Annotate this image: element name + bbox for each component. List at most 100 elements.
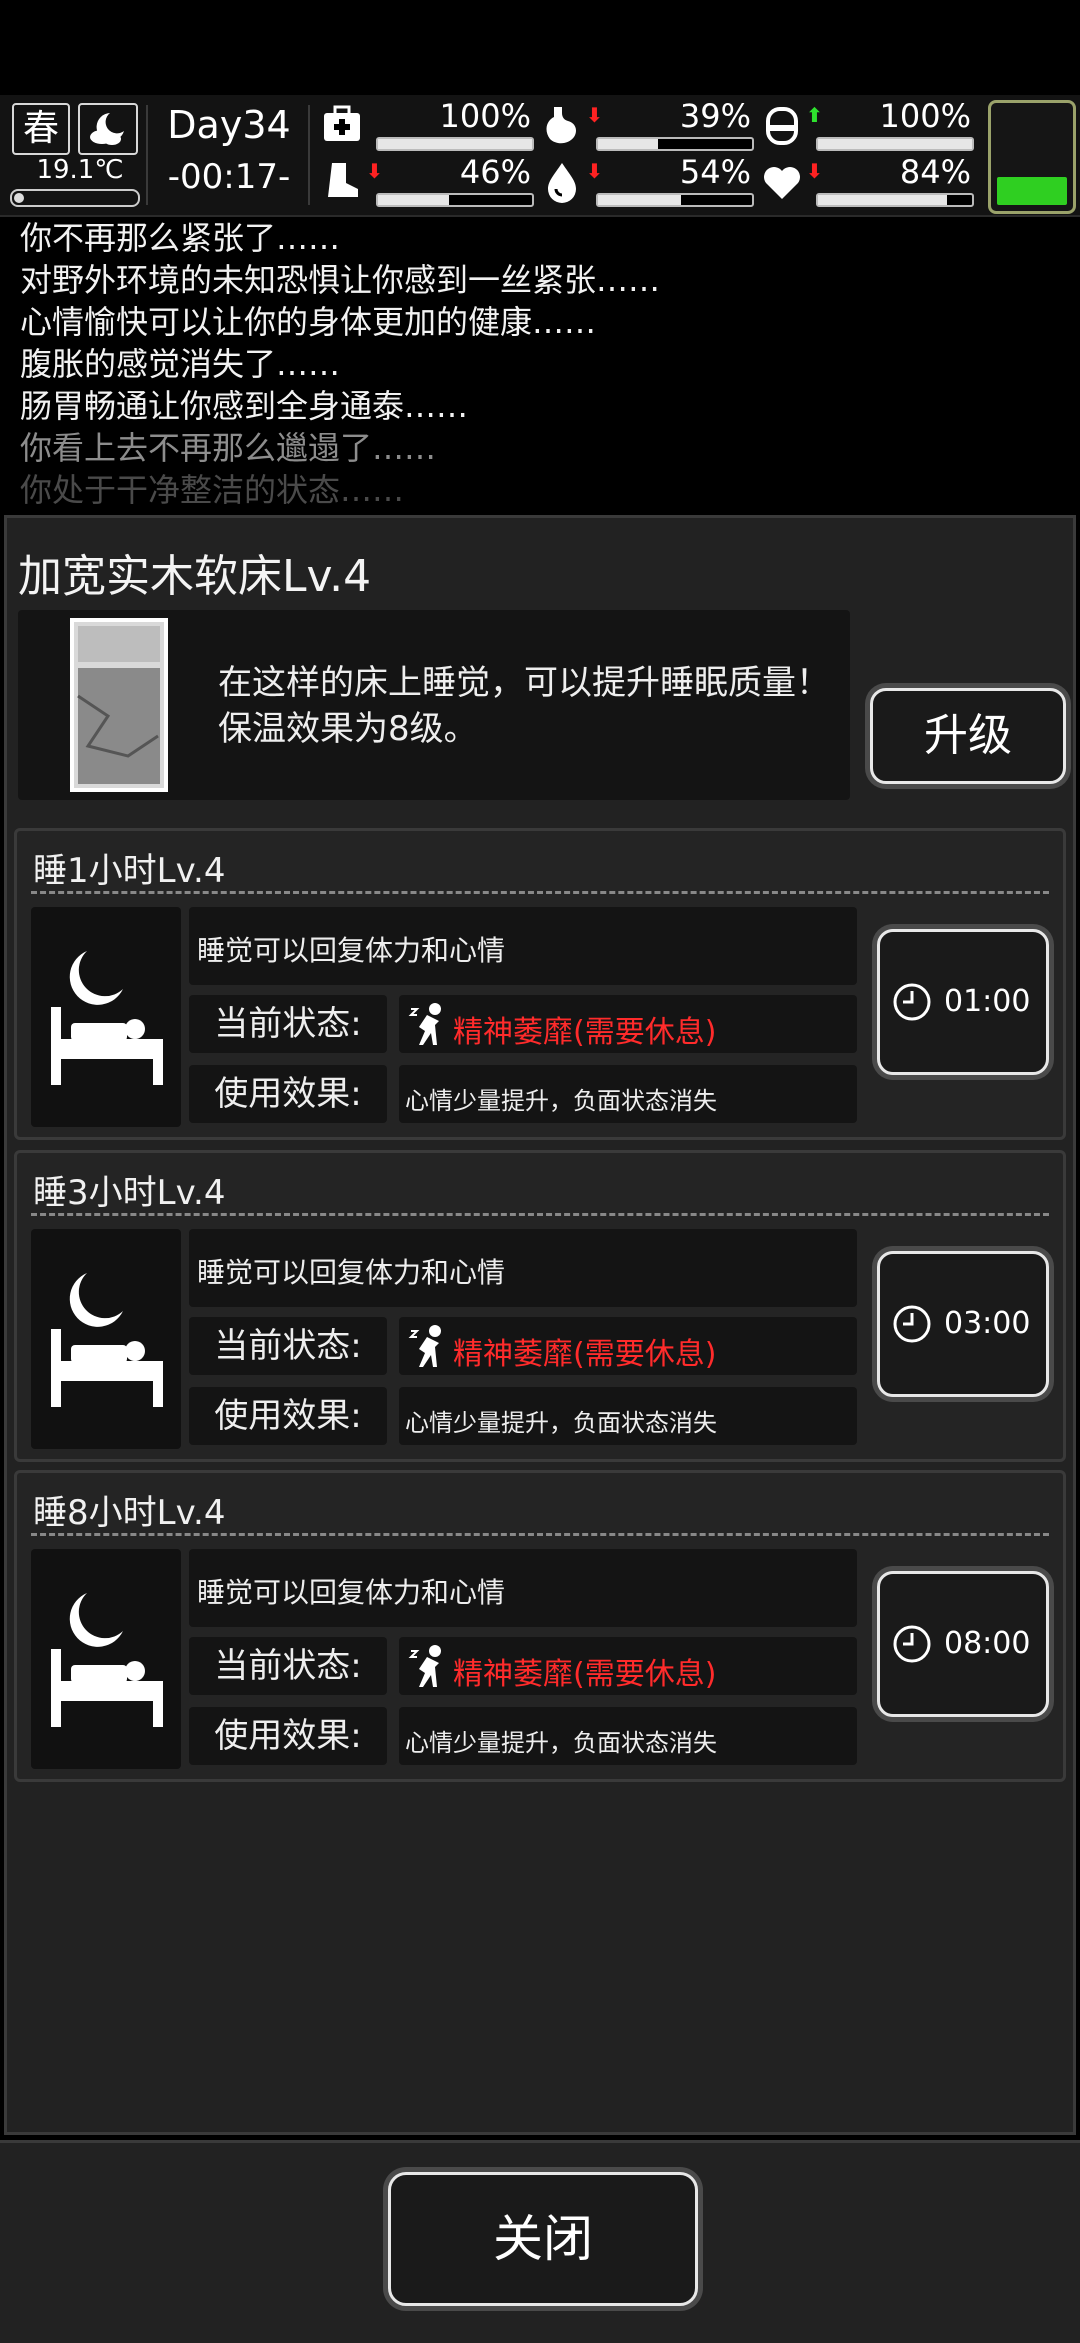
close-button[interactable]: 关闭 [388, 2172, 698, 2306]
status-label: 当前状态: [189, 1317, 387, 1375]
option-description: 睡觉可以回复体力和心情 [197, 1256, 506, 1289]
sleep-1h-button[interactable]: 01:00 [877, 929, 1049, 1075]
stat-value: 100% [879, 97, 971, 135]
upgrade-button[interactable]: 升级 [870, 688, 1066, 784]
effect-label: 使用效果: [189, 1707, 387, 1765]
log-line: 心情愉快可以让你的身体更加的健康…… [20, 303, 597, 341]
status-value-box: 精神萎靡(需要休息) [399, 995, 857, 1053]
stat-stamina: ⬇ 46% [320, 153, 535, 207]
divider [146, 105, 148, 205]
fatigue-icon [408, 1645, 441, 1687]
option-description-box: 睡觉可以回复体力和心情 [189, 1549, 857, 1627]
status-value: 精神萎靡(需要休息) [453, 1657, 717, 1692]
season-indicator: 春 [12, 103, 70, 155]
pill-icon [766, 107, 798, 145]
fatigue-icon [408, 1003, 441, 1045]
stat-value: 46% [459, 153, 531, 191]
sleep-8h-button[interactable]: 08:00 [877, 1571, 1049, 1717]
status-label: 当前状态: [189, 1637, 387, 1695]
stat-bar [816, 193, 974, 207]
option-description-box: 睡觉可以回复体力和心情 [189, 1229, 857, 1307]
effect-value: 心情少量提升，负面状态消失 [405, 1729, 717, 1757]
battery-icon [988, 100, 1076, 214]
stat-health: 100% [320, 97, 535, 151]
trend-down-arrow: ⬇ [586, 159, 603, 183]
log-line: 对野外环境的未知恐惧让你感到一丝紧张…… [20, 261, 661, 299]
stat-value: 100% [439, 97, 531, 135]
thermometer-icon [10, 189, 140, 207]
game-clock: -00:17- [167, 157, 291, 197]
effect-label: 使用效果: [189, 1387, 387, 1445]
effect-value-box: 心情少量提升，负面状态消失 [399, 1387, 857, 1445]
log-line: 肠胃畅通让你感到全身通泰…… [20, 387, 469, 425]
sleep-duration: 08:00 [944, 1626, 1031, 1661]
option-description: 睡觉可以回复体力和心情 [197, 934, 506, 967]
trend-down-arrow: ⬇ [586, 103, 603, 127]
sleep-option-card: 睡3小时Lv.4 睡觉可以回复体力和心情 当前状态: 精神萎靡(需要休息) 使用… [14, 1150, 1066, 1462]
sleep-icon [31, 907, 181, 1127]
temperature-label: 19.1℃ [36, 155, 124, 185]
stat-bladder: ⬆ 100% [760, 97, 975, 151]
log-line: 你不再那么紧张了…… [20, 219, 341, 257]
stat-value: 84% [899, 153, 971, 191]
effect-value: 心情少量提升，负面状态消失 [405, 1409, 717, 1437]
status-hud: 春 19.1℃ Day34 -00:17- 100% ⬇ 39% ⬆ 100% … [0, 95, 1080, 217]
status-label: 当前状态: [189, 995, 387, 1053]
trend-down-arrow: ⬇ [366, 159, 383, 183]
fatigue-icon [408, 1325, 441, 1367]
log-line: 腹胀的感觉消失了…… [20, 345, 341, 383]
option-description: 睡觉可以回复体力和心情 [197, 1576, 506, 1609]
stat-bar [376, 137, 534, 151]
partly-cloudy-night-icon [78, 103, 138, 155]
clock-icon [893, 983, 931, 1021]
option-title: 睡1小时Lv.4 [33, 851, 226, 891]
sleep-3h-button[interactable]: 03:00 [877, 1251, 1049, 1397]
clock-icon [893, 1305, 931, 1343]
stat-value: 39% [679, 97, 751, 135]
stat-bar [376, 193, 534, 207]
stat-mood: ⬇ 84% [760, 153, 975, 207]
bed-image [70, 618, 168, 792]
stat-bar [596, 193, 754, 207]
divider [31, 1533, 1049, 1536]
effect-value-box: 心情少量提升，负面状态消失 [399, 1065, 857, 1123]
stat-bar [816, 137, 974, 151]
status-value-box: 精神萎靡(需要休息) [399, 1637, 857, 1695]
message-log[interactable]: 你不再那么紧张了…… 对野外环境的未知恐惧让你感到一丝紧张…… 心情愉快可以让你… [0, 217, 1080, 507]
option-title: 睡3小时Lv.4 [33, 1173, 226, 1213]
sleep-icon [31, 1549, 181, 1769]
sleep-option-card: 睡1小时Lv.4 睡觉可以回复体力和心情 当前状态: 精神萎靡(需要休息) 使用… [14, 828, 1066, 1140]
bed-title: 加宽实木软床Lv.4 [18, 551, 372, 602]
sleep-option-card: 睡8小时Lv.4 睡觉可以回复体力和心情 当前状态: 精神萎靡(需要休息) 使用… [14, 1470, 1066, 1782]
status-value: 精神萎靡(需要休息) [453, 1337, 717, 1372]
stat-hunger: ⬇ 39% [540, 97, 755, 151]
option-description-box: 睡觉可以回复体力和心情 [189, 907, 857, 985]
bed-description: 在这样的床上睡觉，可以提升睡眠质量！保温效果为8级。 [218, 663, 830, 749]
divider [31, 1213, 1049, 1216]
divider [31, 891, 1049, 894]
option-title: 睡8小时Lv.4 [33, 1493, 226, 1533]
day-counter: Day34 [167, 103, 291, 147]
stat-bar [596, 137, 754, 151]
stat-thirst: ⬇ 54% [540, 153, 755, 207]
effect-value-box: 心情少量提升，负面状态消失 [399, 1707, 857, 1765]
heart-icon [764, 167, 800, 199]
sleep-duration: 01:00 [944, 984, 1031, 1019]
stat-value: 54% [679, 153, 751, 191]
trend-up-arrow: ⬆ [806, 103, 823, 127]
boot-icon [328, 163, 358, 197]
status-value: 精神萎靡(需要休息) [453, 1015, 717, 1050]
water-drop-icon [548, 163, 576, 203]
status-value-box: 精神萎靡(需要休息) [399, 1317, 857, 1375]
medkit-icon [324, 105, 360, 141]
effect-value: 心情少量提升，负面状态消失 [405, 1087, 717, 1115]
log-line: 你处于干净整洁的状态…… [20, 471, 405, 507]
effect-label: 使用效果: [189, 1065, 387, 1123]
sleep-duration: 03:00 [944, 1306, 1031, 1341]
trend-down-arrow: ⬇ [806, 159, 823, 183]
clock-icon [893, 1625, 931, 1663]
divider [308, 105, 310, 205]
sleep-icon [31, 1229, 181, 1449]
log-line: 你看上去不再那么邋遢了…… [20, 429, 437, 467]
stomach-icon [546, 107, 576, 144]
